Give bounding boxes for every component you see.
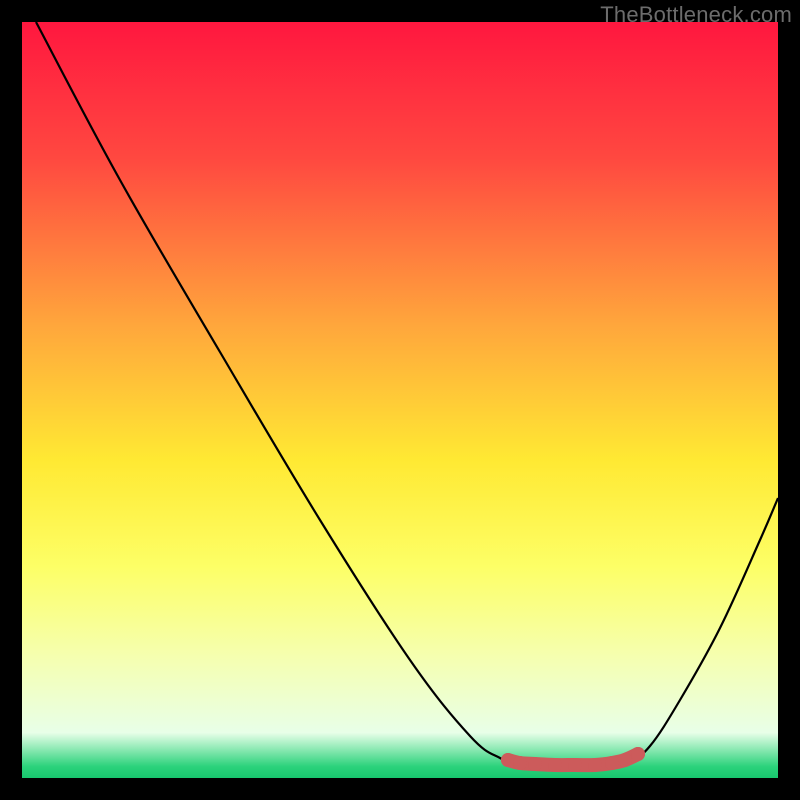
valley-marker-dot (568, 758, 582, 772)
plot-area (22, 22, 778, 778)
valley-marker-dot (501, 753, 515, 767)
gradient-background (22, 22, 778, 778)
valley-marker-dot (548, 758, 562, 772)
valley-marker-dot (528, 757, 542, 771)
chart-canvas (0, 0, 800, 800)
valley-marker-dot (513, 756, 527, 770)
watermark-text: TheBottleneck.com (600, 2, 792, 28)
valley-marker-dot (618, 753, 632, 767)
valley-marker-dot (588, 758, 602, 772)
valley-marker-dot (605, 756, 619, 770)
chart-container: TheBottleneck.com (0, 0, 800, 800)
valley-marker-dot (631, 747, 645, 761)
